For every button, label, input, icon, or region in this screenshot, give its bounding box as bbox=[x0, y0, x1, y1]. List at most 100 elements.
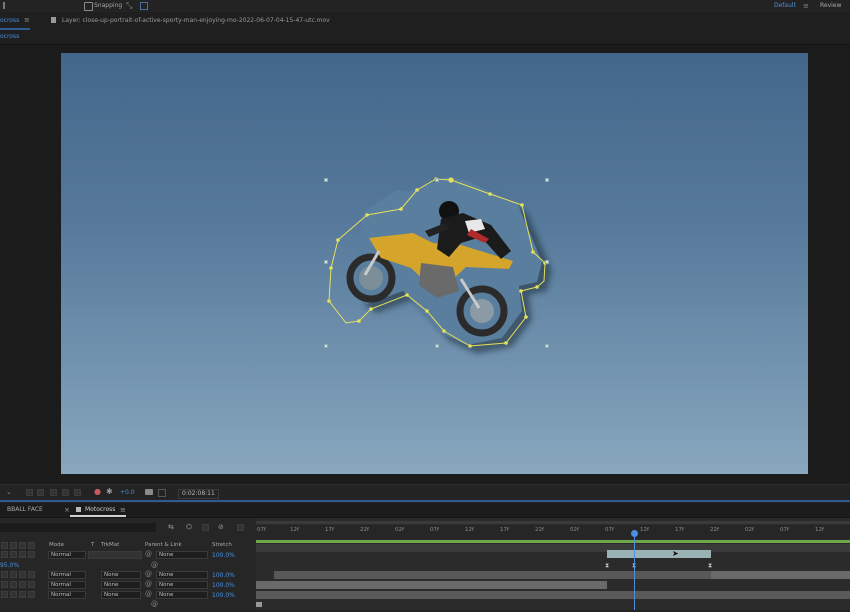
parent-select[interactable]: None bbox=[156, 581, 208, 589]
graph-editor-icon[interactable] bbox=[237, 524, 244, 531]
gear-icon[interactable]: ✱ bbox=[106, 488, 113, 496]
magnification-icon[interactable] bbox=[26, 489, 33, 496]
layer-tab-title[interactable]: Layer: close-up-portrait-of-active-sport… bbox=[62, 18, 330, 24]
layer-switch[interactable] bbox=[10, 571, 17, 578]
transform-handle-top-left[interactable] bbox=[324, 178, 328, 182]
mode-select[interactable]: Normal bbox=[48, 581, 86, 589]
current-timecode[interactable]: 0:02:08:11 bbox=[178, 489, 219, 499]
layer-switch[interactable] bbox=[28, 551, 35, 558]
layer-switch[interactable] bbox=[10, 591, 17, 598]
layer-switch[interactable] bbox=[1, 551, 8, 558]
layer-switch[interactable] bbox=[28, 571, 35, 578]
pickwhip-icon[interactable]: @ bbox=[145, 570, 152, 578]
tool-icon[interactable] bbox=[3, 2, 11, 9]
layer-switch[interactable] bbox=[1, 591, 8, 598]
time-navigator[interactable] bbox=[256, 521, 850, 524]
transparency-grid-icon[interactable] bbox=[74, 489, 81, 496]
layer-bar[interactable] bbox=[711, 571, 850, 579]
pickwhip-icon[interactable]: @ bbox=[151, 600, 158, 608]
transform-handle-middle-right[interactable] bbox=[545, 260, 549, 264]
snapping-checkbox[interactable] bbox=[84, 2, 93, 11]
trkmat-select[interactable] bbox=[88, 551, 142, 559]
show-snapshot-icon[interactable] bbox=[158, 489, 166, 497]
layer-switch[interactable] bbox=[19, 591, 26, 598]
pickwhip-icon[interactable]: @ bbox=[145, 550, 152, 558]
transform-handle-bottom-right[interactable] bbox=[545, 344, 549, 348]
layer-bar[interactable] bbox=[256, 591, 850, 599]
exposure-value[interactable]: +0.0 bbox=[120, 490, 135, 496]
layer-bar-selected[interactable] bbox=[607, 550, 711, 558]
parent-select[interactable]: None bbox=[156, 591, 208, 599]
stretch-value[interactable]: 100.0% bbox=[212, 583, 235, 589]
column-mode[interactable]: Mode bbox=[49, 542, 64, 549]
layer-bar[interactable] bbox=[256, 581, 607, 589]
composition-tab[interactable]: ocross bbox=[0, 18, 19, 24]
pickwhip-icon[interactable]: @ bbox=[151, 561, 158, 569]
keyframe-marker[interactable]: ⧗ bbox=[708, 562, 712, 570]
layer-switch[interactable] bbox=[19, 581, 26, 588]
color-channel-icon[interactable]: ● bbox=[94, 488, 101, 496]
parent-select[interactable]: None bbox=[156, 571, 208, 579]
camera-icon[interactable] bbox=[145, 489, 153, 495]
search-input[interactable] bbox=[0, 523, 156, 532]
trkmat-select[interactable]: None bbox=[101, 571, 141, 579]
layer-switch[interactable] bbox=[19, 551, 26, 558]
region-of-interest-icon[interactable] bbox=[62, 489, 69, 496]
work-area-bar[interactable] bbox=[256, 540, 850, 543]
transform-handle-middle-left[interactable] bbox=[324, 260, 328, 264]
workspace-review[interactable]: Review bbox=[820, 3, 841, 9]
mode-select[interactable]: Normal bbox=[48, 551, 86, 559]
pickwhip-icon[interactable]: @ bbox=[145, 580, 152, 588]
stretch-value[interactable]: 100.0% bbox=[212, 593, 235, 599]
composition-subtab[interactable]: ocross bbox=[0, 34, 19, 40]
mode-select[interactable]: Normal bbox=[48, 571, 86, 579]
transform-handle-top-center[interactable] bbox=[435, 178, 439, 182]
comp-flowchart-icon[interactable]: ⇆ bbox=[168, 523, 174, 531]
column-parent-link[interactable]: Parent & Link bbox=[145, 542, 182, 549]
mode-select[interactable]: Normal bbox=[48, 591, 86, 599]
layer-switch[interactable] bbox=[10, 551, 17, 558]
ruler-tick: 22f bbox=[535, 527, 544, 533]
parent-select[interactable]: None bbox=[156, 551, 208, 559]
rulers-icon[interactable] bbox=[50, 489, 57, 496]
workspace-default[interactable]: Default bbox=[774, 3, 796, 9]
rotate-tool-icon[interactable]: ⤡ bbox=[126, 2, 134, 10]
close-icon[interactable]: × bbox=[64, 506, 70, 514]
chevron-down-icon[interactable]: ⌄ bbox=[6, 488, 12, 496]
tab-motocross[interactable]: Motocross bbox=[85, 507, 115, 513]
trkmat-select[interactable]: None bbox=[101, 591, 141, 599]
layer-switch[interactable] bbox=[28, 591, 35, 598]
footage-frame[interactable] bbox=[61, 53, 808, 474]
column-stretch[interactable]: Stretch bbox=[212, 542, 232, 549]
timeline-tracks[interactable]: 07f 12f 17f 22f 02f 07f 12f 17f 22f 02f … bbox=[256, 518, 850, 610]
column-t[interactable]: T bbox=[91, 542, 94, 549]
transform-handle-top-right[interactable] bbox=[545, 178, 549, 182]
layer-switch[interactable] bbox=[1, 581, 8, 588]
column-trkmat[interactable]: TrkMat bbox=[101, 542, 119, 549]
layer-bar[interactable] bbox=[256, 544, 850, 552]
trkmat-select[interactable]: None bbox=[101, 581, 141, 589]
layer-switch[interactable] bbox=[28, 581, 35, 588]
menu-icon[interactable]: ≡ bbox=[24, 16, 30, 24]
expand-icon[interactable] bbox=[140, 2, 148, 10]
draft-3d-icon[interactable]: ⌬ bbox=[186, 523, 192, 531]
time-ruler[interactable] bbox=[256, 525, 850, 539]
current-time-indicator-head[interactable] bbox=[631, 530, 638, 537]
transform-handle-bottom-left[interactable] bbox=[324, 344, 328, 348]
tab-bball-face[interactable]: BBALL FACE bbox=[7, 507, 43, 513]
layer-switch[interactable] bbox=[10, 581, 17, 588]
shy-icon[interactable] bbox=[202, 524, 209, 531]
grid-icon[interactable] bbox=[37, 489, 44, 496]
pickwhip-icon[interactable]: @ bbox=[145, 590, 152, 598]
mask-path[interactable] bbox=[61, 53, 808, 474]
layer-switch[interactable] bbox=[1, 571, 8, 578]
stretch-value[interactable]: 100.0% bbox=[212, 573, 235, 579]
transform-handle-bottom-center[interactable] bbox=[435, 344, 439, 348]
menu-icon[interactable]: ≡ bbox=[120, 506, 126, 514]
property-value[interactable]: 95.0% bbox=[0, 563, 19, 569]
layer-switch[interactable] bbox=[19, 571, 26, 578]
stretch-value[interactable]: 100.0% bbox=[212, 553, 235, 559]
menu-icon[interactable]: ≡ bbox=[803, 3, 809, 10]
keyframe-marker[interactable]: ⧗ bbox=[605, 562, 609, 570]
frame-blend-icon[interactable]: ⊘ bbox=[218, 523, 224, 531]
